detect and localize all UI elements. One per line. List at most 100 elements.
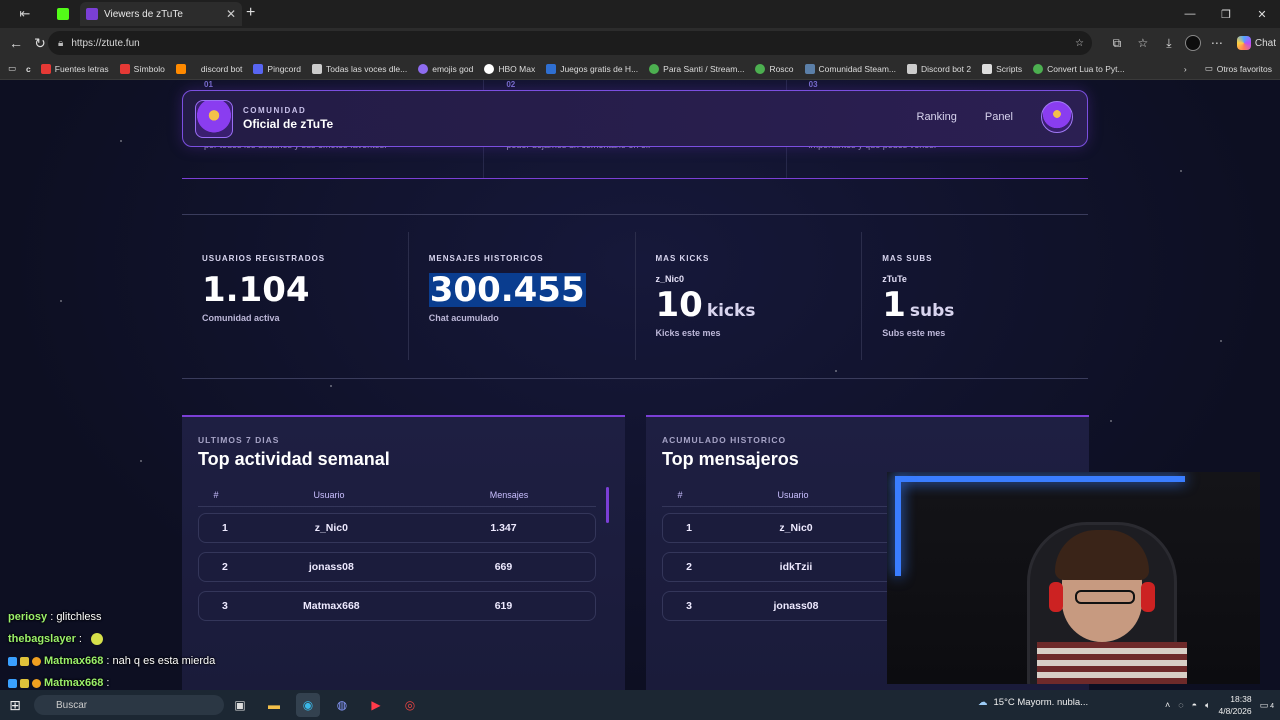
tray-volume-icon[interactable]: 🔈︎ bbox=[1205, 700, 1210, 711]
table-scrollbar[interactable] bbox=[606, 487, 609, 523]
notifications-icon[interactable]: ▭ 4 bbox=[1260, 700, 1274, 711]
chat-username: Matmax668 bbox=[44, 677, 104, 689]
taskbar-weather[interactable]: ☁ 15°C Mayorm. nubla... bbox=[978, 697, 1088, 708]
bookmark-menu-icon[interactable]: ▭ bbox=[8, 63, 16, 74]
bookmark-favicon-icon bbox=[907, 63, 918, 74]
obs-app-icon[interactable]: ◎ bbox=[398, 693, 422, 717]
edge-browser-icon[interactable]: ◉ bbox=[296, 693, 320, 717]
stat-historic-messages: MENSAJES HISTORICOS 300.455 Chat acumula… bbox=[409, 232, 636, 360]
lock-icon: 🔒︎ bbox=[58, 37, 64, 49]
tray-chevron-icon[interactable]: ˄ bbox=[1165, 700, 1170, 710]
bookmark-item[interactable]: Rosco bbox=[755, 63, 794, 74]
bookmark-item[interactable]: Pingcord bbox=[253, 63, 301, 74]
chat-emote-icon bbox=[91, 633, 104, 645]
maximize-icon[interactable]: ❐ bbox=[1208, 8, 1244, 21]
chat-message: Matmax668 : nah q es esta mierda bbox=[8, 650, 308, 672]
notification-count: 4 bbox=[1270, 702, 1274, 710]
site-navbar: COMUNIDAD Oficial de zTuTe Ranking Panel bbox=[182, 90, 1088, 147]
bookmark-favicon-icon bbox=[119, 63, 130, 74]
chat-separator: : bbox=[47, 611, 57, 623]
bookmark-item[interactable]: Scripts bbox=[982, 63, 1022, 74]
bookmark-c-icon[interactable]: c bbox=[26, 64, 31, 74]
webcam-overlay bbox=[887, 472, 1260, 684]
user-avatar[interactable] bbox=[1041, 101, 1073, 133]
tray-app-icon[interactable]: ◌ bbox=[1178, 700, 1183, 710]
table-row[interactable]: 2 jonass08 669 bbox=[198, 552, 596, 582]
stat-value: 1.104 bbox=[202, 270, 310, 310]
stat-value: 10 bbox=[655, 285, 703, 325]
streamer-glasses bbox=[1075, 590, 1135, 604]
chat-badge-icon bbox=[32, 656, 41, 666]
row-user: z_Nic0 bbox=[314, 522, 348, 534]
bookmark-favicon-icon bbox=[418, 63, 429, 74]
url-input[interactable]: 🔒︎ https://ztute.fun ☆ bbox=[48, 31, 1092, 55]
bookmark-item[interactable]: Comunidad Steam... bbox=[804, 63, 896, 74]
nav-link-ranking[interactable]: Ranking bbox=[917, 111, 957, 123]
back-icon[interactable]: ← bbox=[4, 31, 28, 55]
nav-links: Ranking Panel bbox=[917, 101, 1073, 133]
new-tab-icon[interactable]: + bbox=[246, 4, 255, 22]
panel-title: Top mensajeros bbox=[662, 449, 799, 469]
column-header-rank: # bbox=[677, 489, 683, 500]
table-row[interactable]: 1 z_Nic0 1.347 bbox=[198, 513, 596, 543]
copilot-icon bbox=[1236, 36, 1251, 50]
taskbar-search[interactable]: Buscar bbox=[34, 695, 224, 715]
download-icon[interactable]: ⤓ bbox=[1159, 36, 1179, 51]
task-view-icon[interactable]: ▣ bbox=[228, 693, 252, 717]
bookmark-item[interactable]: Fuentes letras bbox=[40, 63, 109, 74]
discord-app-icon[interactable]: ◍ bbox=[330, 693, 354, 717]
table-header: # Usuario Mensajes bbox=[198, 483, 596, 507]
bookmark-item[interactable]: Convert Lua to Pyt... bbox=[1033, 63, 1125, 74]
chat-username: periosy bbox=[8, 611, 48, 623]
chat-badge-icon bbox=[8, 656, 17, 666]
other-bookmarks[interactable]: › ▭ Otros favoritos bbox=[1184, 63, 1272, 74]
column-header-rank: # bbox=[213, 489, 219, 500]
row-rank: 2 bbox=[686, 561, 692, 573]
nav-link-panel[interactable]: Panel bbox=[985, 111, 1013, 123]
column-header-messages: Mensajes bbox=[489, 489, 529, 500]
panel-kicker: ULTIMOS 7 DIAS bbox=[198, 435, 280, 445]
stat-top-kicks: MAS KICKS z_Nic0 10 kicks Kicks este mes bbox=[636, 232, 863, 360]
browser-tab-bar: ⇤ Viewers de zTuTe ✕ + — ❐ ✕ bbox=[0, 0, 1280, 28]
bookmark-favicon-icon bbox=[484, 63, 495, 74]
bookmark-item[interactable]: emojis god bbox=[418, 63, 473, 74]
bookmark-item[interactable]: Para Santi / Stream... bbox=[649, 63, 744, 74]
bookmark-item[interactable]: Juegos gratis de H... bbox=[546, 63, 638, 74]
tab-actions-icon[interactable]: ⇤ bbox=[14, 3, 36, 25]
weather-text: 15°C Mayorm. nubla... bbox=[993, 697, 1089, 708]
stat-value-row: 10 kicks bbox=[656, 288, 862, 322]
bookmark-item[interactable]: discord bot bbox=[201, 64, 243, 74]
favorites-icon[interactable]: ☆ bbox=[1133, 36, 1153, 50]
stat-registered-users: USUARIOS REGISTRADOS 1.104 Comunidad act… bbox=[182, 232, 409, 360]
bookmark-favicon-icon bbox=[253, 63, 264, 74]
taskbar-clock[interactable]: 18:38 4/8/2026 bbox=[1218, 693, 1251, 717]
bookmark-item[interactable] bbox=[175, 63, 190, 74]
media-player-icon[interactable]: ▶ bbox=[364, 693, 388, 717]
active-tab[interactable]: Viewers de zTuTe ✕ bbox=[80, 2, 242, 26]
row-user: idkTzii bbox=[779, 561, 813, 573]
stat-unit: subs bbox=[909, 301, 955, 321]
copilot-chat-button[interactable]: Chat bbox=[1236, 36, 1276, 50]
chat-message: thebagslayer : bbox=[8, 628, 308, 650]
chat-username: Matmax668 bbox=[44, 655, 104, 667]
bookmark-item[interactable]: Todas las voces dle... bbox=[311, 63, 407, 74]
profile-avatar[interactable] bbox=[1184, 35, 1201, 51]
kick-tab-icon[interactable] bbox=[52, 3, 74, 25]
windows-start-icon[interactable]: ⊞ bbox=[0, 697, 30, 714]
tab-close-icon[interactable]: ✕ bbox=[226, 7, 236, 21]
tray-network-icon[interactable]: ◓ bbox=[1192, 700, 1197, 710]
clock-time: 18:38 bbox=[1230, 694, 1252, 704]
more-options-icon[interactable]: ⋯ bbox=[1207, 36, 1227, 50]
bookmark-item[interactable]: HBO Max bbox=[484, 63, 535, 74]
extensions-icon[interactable]: ⧉ bbox=[1107, 36, 1127, 51]
minimize-icon[interactable]: — bbox=[1172, 8, 1208, 20]
stats-row: USUARIOS REGISTRADOS 1.104 Comunidad act… bbox=[182, 232, 1088, 360]
favorite-star-icon[interactable]: ☆ bbox=[1075, 38, 1084, 49]
close-window-icon[interactable]: ✕ bbox=[1244, 8, 1280, 21]
file-explorer-icon[interactable]: ▬ bbox=[262, 693, 286, 717]
search-placeholder: Buscar bbox=[56, 699, 88, 711]
stat-unit: kicks bbox=[706, 301, 756, 321]
bookmark-item[interactable]: Discord bot 2 bbox=[907, 63, 971, 74]
community-logo[interactable] bbox=[195, 99, 233, 138]
bookmark-item[interactable]: Símbolo bbox=[119, 63, 165, 74]
